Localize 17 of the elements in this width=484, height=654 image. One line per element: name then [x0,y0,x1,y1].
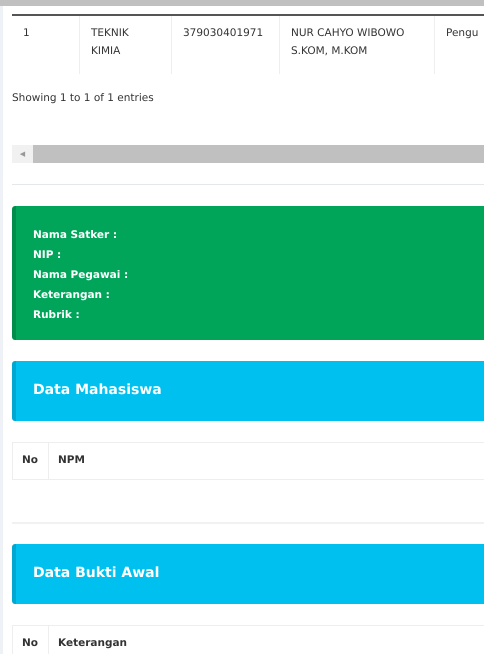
table-cell: TEKNIK KIMIA [80,16,172,74]
table-cell: 1 [12,16,80,74]
section-title: Data Bukti Awal [33,564,160,584]
info-label: Keterangan : [33,288,110,303]
table-cell: 379030401971 [172,16,280,74]
info-label: Nama Pegawai : [33,268,128,283]
column-header: No [13,442,49,479]
table-info: Showing 1 to 1 of 1 entries [12,91,155,106]
table-cell: NUR CAHYO WIBOWO S.KOM, M.KOM [280,16,435,74]
column-header: NPM [57,452,86,468]
column-header: Keterangan [57,636,128,651]
table-cell: Pengu [435,16,484,74]
column-header: No [13,626,49,654]
info-label: Nama Satker : [33,228,118,243]
section-title: Data Mahasiswa [33,381,162,400]
info-label: Rubrik : [33,308,80,323]
info-label: NIP : [33,248,62,263]
